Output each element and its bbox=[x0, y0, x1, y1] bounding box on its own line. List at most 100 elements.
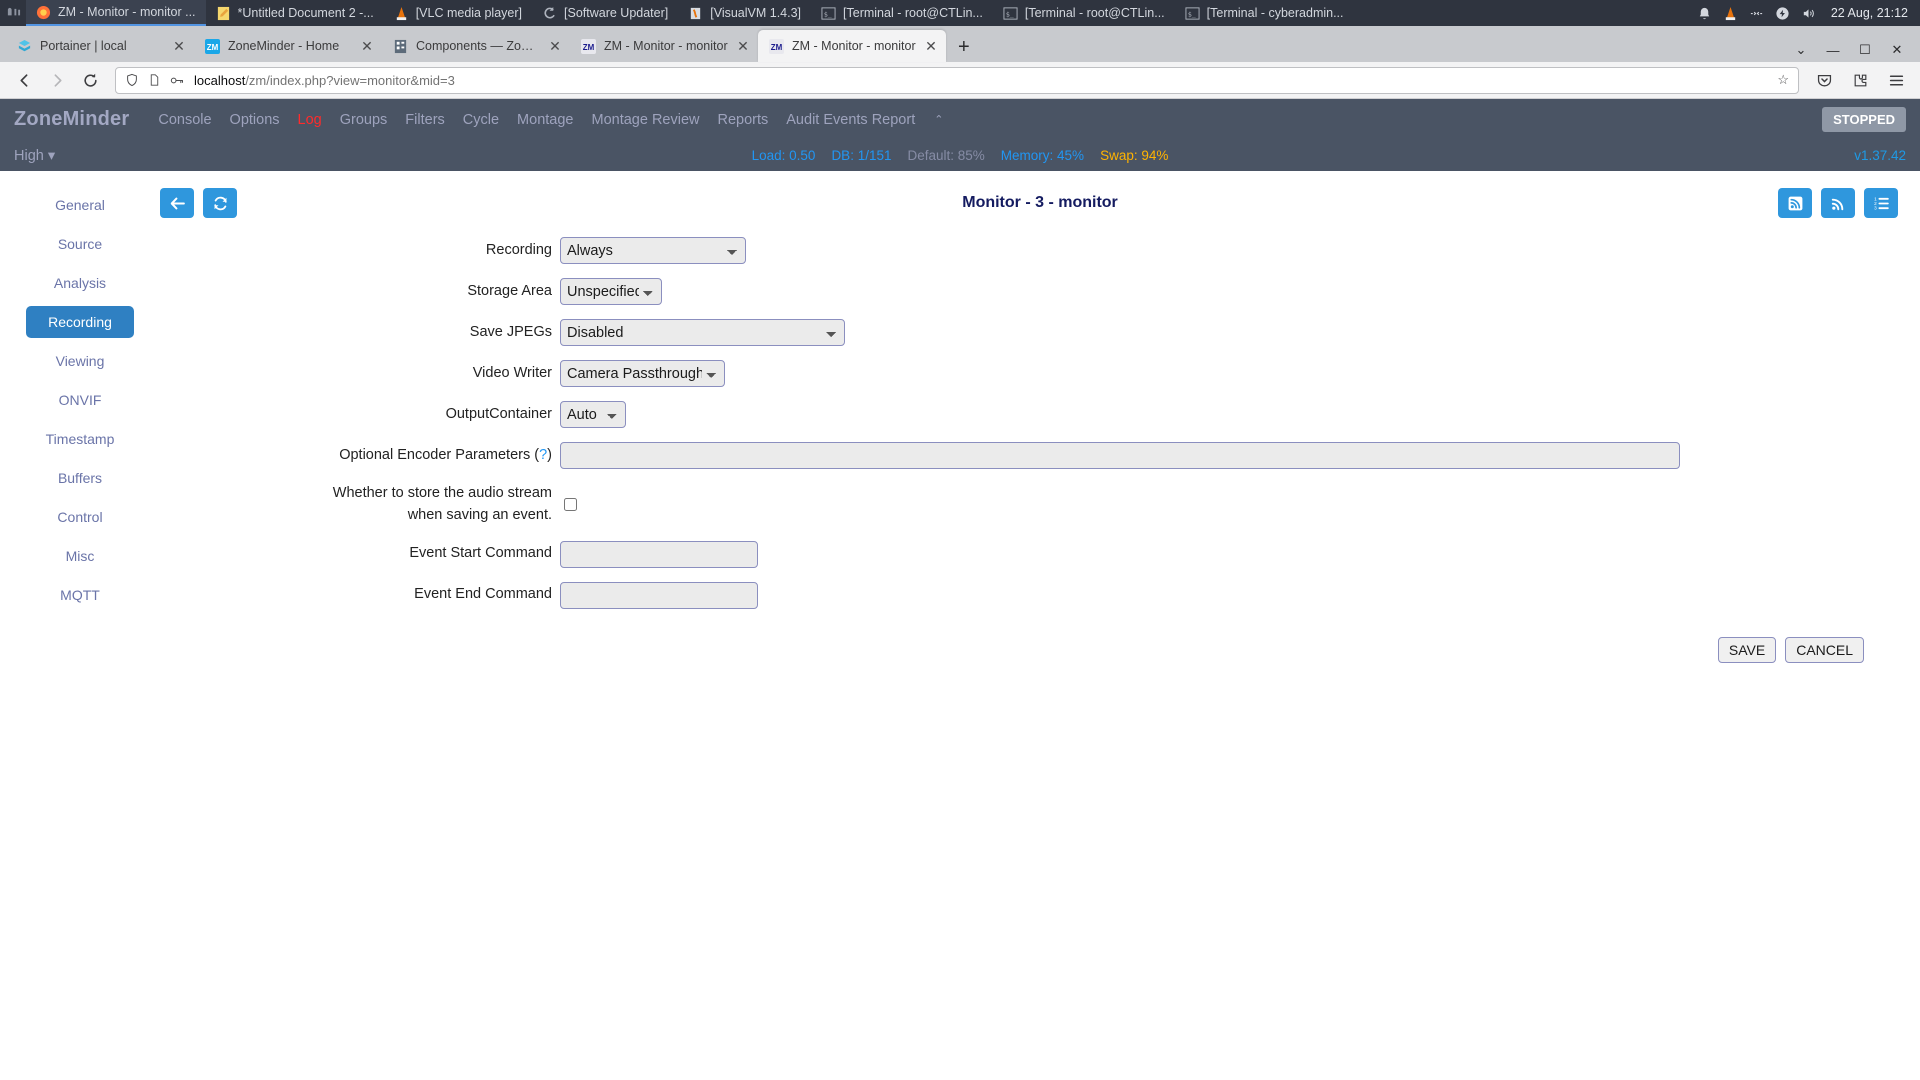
status-badge[interactable]: STOPPED bbox=[1822, 107, 1906, 132]
bandwidth-dropdown[interactable]: High ▾ bbox=[14, 148, 55, 164]
taskbar-item[interactable]: [VisualVM 1.4.3] bbox=[678, 0, 811, 26]
browser-tab[interactable]: Portainer | local ✕ bbox=[6, 30, 194, 62]
recording-select[interactable]: Always bbox=[560, 237, 746, 264]
bell-icon[interactable] bbox=[1697, 6, 1712, 21]
help-icon[interactable]: ? bbox=[539, 447, 547, 463]
sidebar-item-source[interactable]: Source bbox=[26, 228, 134, 260]
sidebar-item-recording[interactable]: Recording bbox=[26, 306, 134, 338]
svg-text:3: 3 bbox=[1874, 205, 1877, 210]
save-button[interactable]: SAVE bbox=[1717, 636, 1777, 663]
refresh-button[interactable] bbox=[203, 188, 237, 218]
close-icon[interactable]: ✕ bbox=[924, 38, 938, 55]
encoder-params-label: Optional Encoder Parameters (?) bbox=[339, 446, 552, 463]
form-row-encoder-params: Optional Encoder Parameters (?) bbox=[160, 442, 1920, 469]
taskbar-item[interactable]: [Software Updater] bbox=[532, 0, 678, 26]
encoder-params-input[interactable] bbox=[560, 442, 1680, 469]
close-icon[interactable]: ✕ bbox=[736, 38, 750, 55]
sidebar-item-buffers[interactable]: Buffers bbox=[26, 462, 134, 494]
nav-item-options[interactable]: Options bbox=[221, 112, 289, 128]
browser-tab-title: ZM - Monitor - monitor bbox=[604, 39, 728, 53]
components-icon bbox=[394, 39, 407, 53]
svg-text:$_: $_ bbox=[1187, 10, 1195, 18]
taskbar-item-label: [Terminal - root@CTLin... bbox=[843, 6, 983, 20]
forward-button[interactable] bbox=[42, 66, 72, 95]
minimize-button[interactable]: — bbox=[1818, 43, 1848, 58]
taskbar-item-label: [Terminal - root@CTLin... bbox=[1024, 6, 1165, 20]
video-writer-select[interactable]: Camera Passthrough bbox=[560, 360, 725, 387]
event-start-command-input[interactable] bbox=[560, 540, 758, 568]
power-icon[interactable] bbox=[1775, 6, 1790, 21]
nav-item-reports[interactable]: Reports bbox=[708, 112, 777, 128]
record-audio-checkbox[interactable] bbox=[564, 498, 577, 512]
sidebar-item-mqtt[interactable]: MQTT bbox=[26, 579, 134, 611]
volume-icon[interactable] bbox=[1801, 6, 1816, 21]
sidebar-item-analysis[interactable]: Analysis bbox=[26, 267, 134, 299]
storage-area-label: Storage Area bbox=[467, 282, 552, 299]
sidebar-item-control[interactable]: Control bbox=[26, 501, 134, 533]
event-end-command-input[interactable] bbox=[560, 581, 758, 609]
reload-button[interactable] bbox=[75, 66, 105, 95]
network-icon[interactable] bbox=[1749, 6, 1764, 21]
nav-item-cycle[interactable]: Cycle bbox=[454, 112, 508, 128]
event-list-button[interactable]: 123 bbox=[1864, 188, 1898, 218]
vlc-cone-icon[interactable] bbox=[1723, 6, 1738, 21]
sidebar-item-timestamp[interactable]: Timestamp bbox=[26, 423, 134, 455]
nav-item-groups[interactable]: Groups bbox=[331, 112, 397, 128]
bookmark-star-icon[interactable]: ☆ bbox=[1777, 72, 1789, 88]
nav-item-montage-review[interactable]: Montage Review bbox=[582, 112, 708, 128]
maximize-button[interactable]: ☐ bbox=[1850, 42, 1880, 58]
form-row-storage-area: Storage Area Unspecified bbox=[160, 278, 1920, 305]
form-row-output-container: OutputContainer Auto bbox=[160, 401, 1920, 428]
nav-item-console[interactable]: Console bbox=[149, 112, 220, 128]
nav-item-audit-events-report[interactable]: Audit Events Report bbox=[777, 112, 924, 128]
chevron-up-icon[interactable]: ⌃ bbox=[924, 113, 953, 126]
taskbar-item[interactable]: $_ [Terminal - root@CTLin... bbox=[993, 0, 1175, 26]
app-menu-button[interactable] bbox=[1881, 66, 1911, 95]
zoneminder-brand[interactable]: ZoneMinder bbox=[14, 108, 129, 131]
terminal-icon: $_ bbox=[1003, 6, 1018, 20]
show-desktop-icon[interactable] bbox=[0, 6, 26, 21]
window-close-button[interactable]: ✕ bbox=[1882, 42, 1912, 58]
taskbar-item[interactable]: *Untitled Document 2 -... bbox=[206, 0, 384, 26]
taskbar-item[interactable]: $_ [Terminal - root@CTLin... bbox=[811, 0, 993, 26]
browser-tab[interactable]: ZM ZM - Monitor - monitor ✕ bbox=[570, 30, 758, 62]
nav-item-montage[interactable]: Montage bbox=[508, 112, 582, 128]
status-swap: Swap: 94% bbox=[1100, 148, 1169, 163]
form-row-recording: Recording Always bbox=[160, 237, 1920, 264]
back-button[interactable] bbox=[160, 188, 194, 218]
window-controls: ⌄ — ☐ ✕ bbox=[1786, 42, 1920, 62]
save-jpegs-select[interactable]: Disabled bbox=[560, 319, 845, 346]
taskbar-item-label: [Terminal - cyberadmin... bbox=[1206, 6, 1344, 20]
new-tab-button[interactable]: + bbox=[946, 37, 982, 57]
output-container-select[interactable]: Auto bbox=[560, 401, 626, 428]
nav-item-filters[interactable]: Filters bbox=[396, 112, 453, 128]
browser-tab[interactable]: Components — ZoneMinder ✕ bbox=[382, 30, 570, 62]
browser-tab-title: ZM - Monitor - monitor bbox=[792, 39, 916, 53]
storage-area-select[interactable]: Unspecified bbox=[560, 278, 662, 305]
close-icon[interactable]: ✕ bbox=[360, 38, 374, 55]
close-icon[interactable]: ✕ bbox=[172, 38, 186, 55]
rss-signal-icon bbox=[1831, 198, 1843, 210]
sidebar-item-onvif[interactable]: ONVIF bbox=[26, 384, 134, 416]
sidebar-item-general[interactable]: General bbox=[26, 189, 134, 221]
rss-feed-button[interactable] bbox=[1778, 188, 1812, 218]
cancel-button[interactable]: CANCEL bbox=[1785, 636, 1864, 663]
save-to-pocket-icon[interactable] bbox=[1809, 66, 1839, 95]
extensions-icon[interactable] bbox=[1845, 66, 1875, 95]
sidebar-item-misc[interactable]: Misc bbox=[26, 540, 134, 572]
close-icon[interactable]: ✕ bbox=[548, 38, 562, 55]
url-bar[interactable]: localhost/zm/index.php?view=monitor&mid=… bbox=[115, 66, 1799, 94]
svg-text:ZM: ZM bbox=[207, 42, 219, 51]
taskbar-item[interactable]: [VLC media player] bbox=[384, 0, 532, 26]
taskbar-item[interactable]: ZM - Monitor - monitor ... bbox=[26, 0, 206, 26]
taskbar-item[interactable]: $_ [Terminal - cyberadmin... bbox=[1175, 0, 1354, 26]
event-start-command-label: Event Start Command bbox=[409, 545, 552, 562]
sidebar-item-viewing[interactable]: Viewing bbox=[26, 345, 134, 377]
nav-item-log[interactable]: Log bbox=[289, 112, 331, 128]
browser-tab-active[interactable]: ZM ZM - Monitor - monitor ✕ bbox=[758, 30, 946, 62]
list-all-tabs-icon[interactable]: ⌄ bbox=[1786, 42, 1816, 58]
browser-tab[interactable]: ZM ZoneMinder - Home ✕ bbox=[194, 30, 382, 62]
rss-signal-button[interactable] bbox=[1821, 188, 1855, 218]
taskbar-clock: 22 Aug, 21:12 bbox=[1830, 6, 1908, 20]
back-button[interactable] bbox=[9, 66, 39, 95]
